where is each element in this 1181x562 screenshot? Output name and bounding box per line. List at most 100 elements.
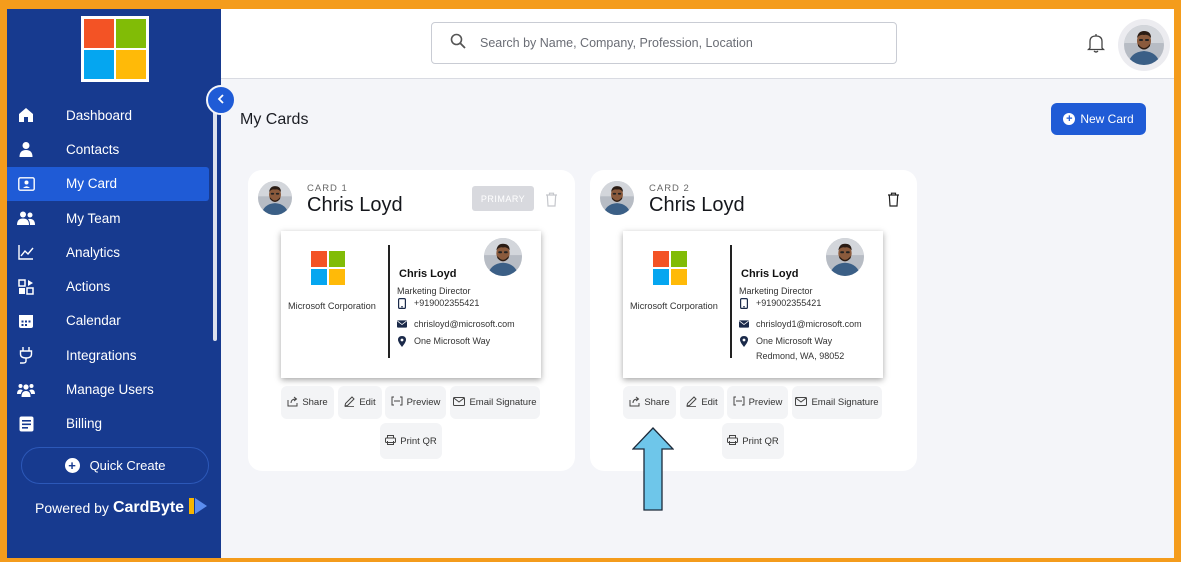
printer-icon	[727, 434, 739, 448]
new-card-button[interactable]: + New Card	[1051, 103, 1146, 135]
sidebar-item-label: Integrations	[66, 347, 137, 363]
phone-row: +919002355421	[397, 297, 480, 309]
calendar-icon	[17, 312, 35, 330]
sidebar-nav: Dashboard Contacts My Card My Team Analy…	[7, 98, 221, 441]
sidebar-item-actions[interactable]: Actions	[7, 269, 221, 303]
collapse-sidebar-button[interactable]	[206, 85, 236, 115]
business-card-preview[interactable]: Microsoft Corporation Chris Loyd Marketi…	[623, 231, 883, 378]
preview-button[interactable]: Preview	[727, 386, 788, 419]
print-qr-button[interactable]: Print QR	[722, 423, 784, 459]
sidebar-item-manage-users[interactable]: Manage Users	[7, 372, 221, 406]
print-qr-button[interactable]: Print QR	[380, 423, 442, 459]
avatar	[484, 238, 522, 276]
cardbyte-logo-icon	[188, 496, 208, 519]
person-icon	[17, 140, 35, 158]
email-signature-button[interactable]: Email Signature	[450, 386, 540, 419]
powered-by-label: Powered by	[35, 499, 109, 516]
address-line-2: Redmond, WA, 98052	[756, 351, 845, 361]
edit-label: Edit	[701, 397, 718, 408]
search-bar[interactable]	[431, 22, 897, 64]
printer-icon	[385, 434, 397, 448]
business-card-preview[interactable]: Microsoft Corporation Chris Loyd Marketi…	[281, 231, 541, 378]
primary-button[interactable]: PRIMARY	[472, 186, 534, 211]
top-header	[221, 9, 1174, 79]
avatar	[258, 181, 292, 215]
sidebar-item-label: Analytics	[66, 244, 121, 260]
trash-icon[interactable]	[545, 192, 558, 207]
share-button[interactable]: Share	[623, 386, 676, 419]
page-title: My Cards	[240, 111, 309, 128]
quick-create-label: Quick Create	[89, 458, 166, 473]
sidebar-item-dashboard[interactable]: Dashboard	[7, 98, 221, 132]
edit-button[interactable]: Edit	[680, 386, 724, 419]
print-qr-label: Print QR	[400, 435, 437, 447]
preview-button[interactable]: Preview	[385, 386, 446, 419]
plus-icon: +	[64, 458, 80, 473]
card-panel-2: CARD 2 Chris Loyd Microsoft Corporation …	[590, 170, 917, 471]
card-label: CARD 2	[649, 183, 690, 194]
sidebar-item-integrations[interactable]: Integrations	[7, 338, 221, 372]
trash-icon[interactable]	[887, 192, 900, 207]
card-label: CARD 1	[307, 183, 348, 194]
email-address: chrisloyd@microsoft.com	[414, 319, 515, 329]
share-label: Share	[644, 397, 670, 408]
location-pin-icon	[397, 335, 407, 347]
sidebar-item-my-card[interactable]: My Card	[7, 166, 209, 201]
sidebar-item-label: Contacts	[66, 141, 120, 157]
sidebar-item-contacts[interactable]: Contacts	[7, 132, 221, 166]
preview-icon	[733, 396, 745, 409]
phone-number: +919002355421	[414, 298, 480, 308]
search-input[interactable]	[480, 36, 880, 50]
email-signature-label: Email Signature	[811, 397, 879, 408]
email-signature-label: Email Signature	[469, 397, 537, 408]
avatar	[1124, 25, 1164, 65]
microsoft-logo	[653, 251, 687, 285]
new-card-label: New Card	[1080, 112, 1134, 126]
email-signature-button[interactable]: Email Signature	[792, 386, 882, 419]
company-name: Microsoft Corporation	[288, 301, 376, 311]
avatar	[826, 238, 864, 276]
sidebar-item-label: Dashboard	[66, 107, 133, 123]
annotation-arrow-up-icon	[632, 427, 674, 511]
edit-button[interactable]: Edit	[338, 386, 382, 419]
card-owner-name: Chris Loyd	[307, 194, 403, 216]
email-address: chrisloyd1@microsoft.com	[756, 319, 862, 329]
sidebar-item-label: Actions	[66, 279, 111, 295]
email-row: chrisloyd@microsoft.com	[397, 319, 515, 329]
sidebar-item-label: Calendar	[66, 313, 121, 329]
quick-create-button[interactable]: + Quick Create	[21, 447, 209, 484]
preview-label: Preview	[748, 397, 783, 408]
share-button[interactable]: Share	[281, 386, 334, 419]
app-frame: Dashboard Contacts My Card My Team Analy…	[7, 9, 1174, 558]
mail-icon	[795, 396, 808, 409]
sidebar-item-analytics[interactable]: Analytics	[7, 235, 221, 269]
phone-number: +919002355421	[756, 298, 822, 308]
email-row: chrisloyd1@microsoft.com	[739, 319, 862, 329]
sidebar-item-label: My Card	[66, 176, 118, 192]
sidebar-scrollbar[interactable]	[213, 108, 217, 341]
share-icon	[629, 396, 640, 410]
sidebar-item-billing[interactable]: Billing	[7, 407, 221, 441]
sidebar-item-label: My Team	[66, 210, 121, 226]
person-name: Chris Loyd	[399, 268, 457, 280]
bell-icon[interactable]	[1086, 33, 1107, 55]
user-avatar-button[interactable]	[1118, 19, 1170, 71]
pencil-icon	[686, 395, 698, 410]
sidebar-item-calendar[interactable]: Calendar	[7, 304, 221, 338]
share-label: Share	[302, 397, 328, 408]
phone-row: +919002355421	[739, 297, 822, 309]
sidebar-item-label: Billing	[66, 416, 103, 432]
edit-label: Edit	[359, 397, 376, 408]
phone-icon	[739, 297, 749, 309]
company-logo[interactable]	[81, 16, 149, 82]
sidebar-item-my-team[interactable]: My Team	[7, 201, 221, 235]
address-line-1: One Microsoft Way	[414, 336, 491, 346]
preview-icon	[391, 396, 403, 409]
mail-icon	[453, 396, 466, 409]
actions-icon	[17, 278, 35, 296]
address-row: One Microsoft Way	[397, 335, 491, 347]
microsoft-logo	[311, 251, 345, 285]
print-qr-label: Print QR	[742, 435, 779, 447]
billing-icon	[17, 415, 35, 433]
brand-name: CardByte	[112, 498, 185, 516]
